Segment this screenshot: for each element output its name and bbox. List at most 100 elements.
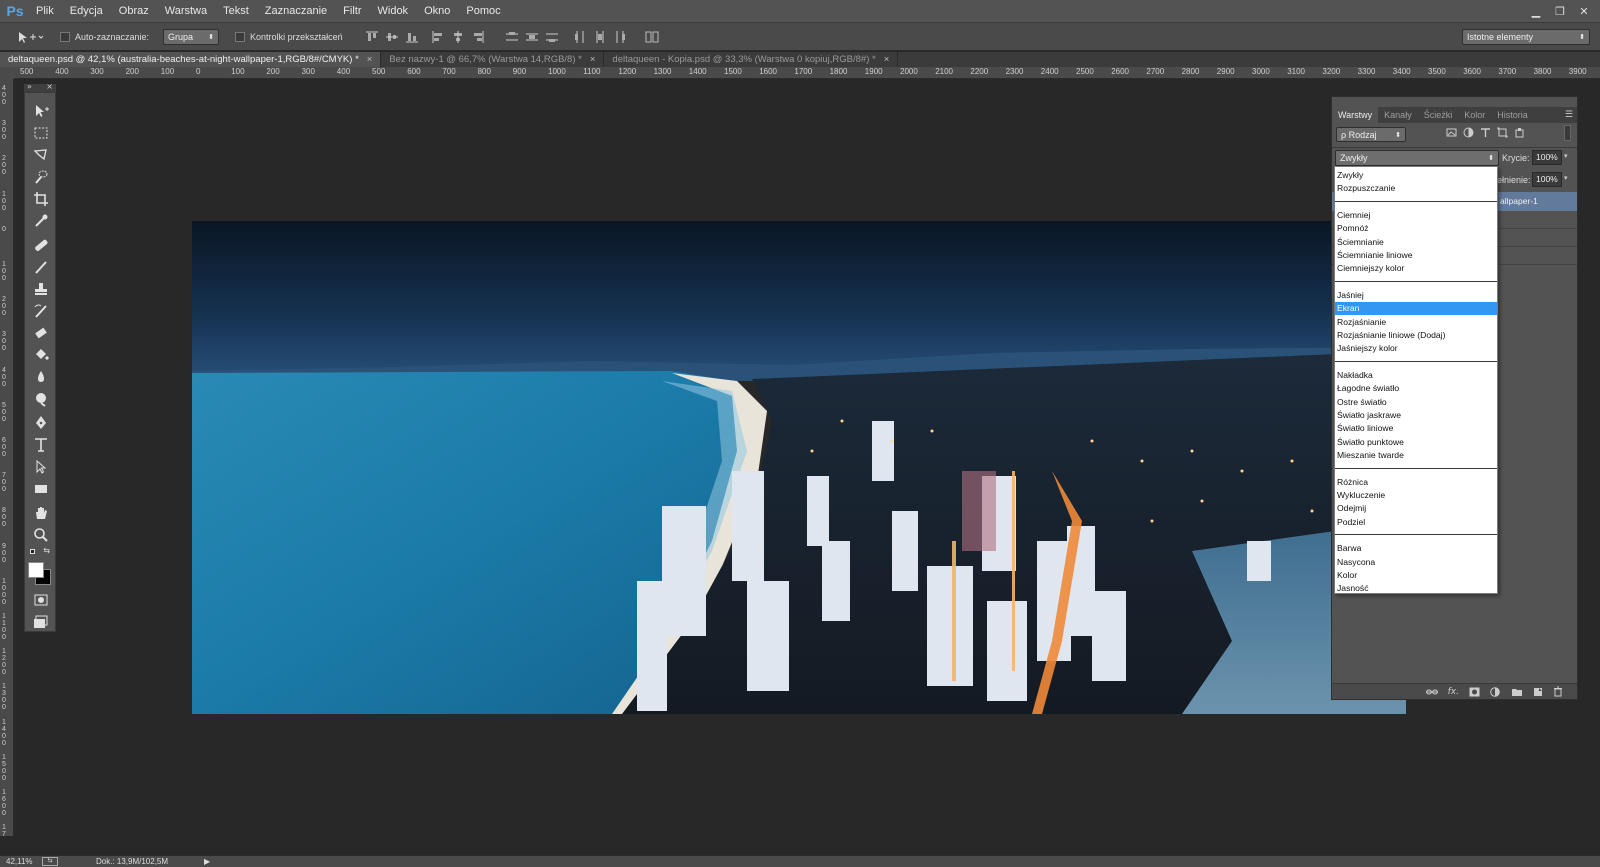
move-tool[interactable]	[31, 101, 51, 121]
align-hcenter-icon[interactable]	[451, 30, 465, 44]
share-icon[interactable]: ⇆	[42, 857, 58, 866]
auto-select-checkbox[interactable]	[60, 31, 70, 42]
delete-layer-icon[interactable]	[1553, 686, 1563, 697]
menu-plik[interactable]: Plik	[28, 0, 62, 22]
menu-zaznaczanie[interactable]: Zaznaczanie	[257, 0, 335, 22]
close-tab-icon[interactable]: ×	[367, 54, 373, 65]
tab-warstwy[interactable]: Warstwy	[1332, 107, 1379, 123]
minimize-button[interactable]: ▁	[1526, 3, 1546, 19]
swap-colors-icon[interactable]: ⇆	[43, 546, 50, 555]
distribute-hcenter-icon[interactable]	[593, 30, 607, 44]
distribute-vcenter-icon[interactable]	[525, 30, 539, 44]
blend-mode-option[interactable]: Wykluczenie	[1335, 489, 1497, 502]
collapse-icon[interactable]: »	[27, 82, 32, 91]
menu-edycja[interactable]: Edycja	[62, 0, 111, 22]
marquee-tool[interactable]	[31, 123, 51, 143]
horizontal-ruler[interactable]: 500 400 300 200 100 0 100 200 300 400 500 600 700 800…	[14, 67, 1600, 79]
opacity-dropdown-icon[interactable]: ▾	[1564, 152, 1568, 160]
adjustment-filter-icon[interactable]	[1463, 127, 1474, 138]
document-canvas[interactable]	[192, 221, 1406, 714]
blend-mode-option[interactable]: Nakładka	[1335, 369, 1497, 382]
auto-select-option[interactable]: Auto-zaznaczanie:	[60, 31, 149, 42]
vertical-ruler[interactable]: 4 0 0 3 0 0 2 0 0 1 0 0 0 1 0 0 2 0 0 3 0 0 4 0 …	[0, 79, 14, 836]
blend-mode-option[interactable]: Ekran	[1335, 302, 1497, 316]
blend-mode-option[interactable]: Różnica	[1335, 476, 1497, 489]
smart-object-filter-icon[interactable]	[1514, 127, 1525, 138]
menu-widok[interactable]: Widok	[370, 0, 417, 22]
tab-historia[interactable]: Historia	[1491, 107, 1534, 123]
tool-preset-picker[interactable]	[16, 26, 46, 48]
tab-sciezki[interactable]: Ścieżki	[1418, 107, 1459, 123]
menu-warstwa[interactable]: Warstwa	[157, 0, 215, 22]
fx-icon[interactable]: fx.	[1448, 687, 1459, 697]
foreground-color-swatch[interactable]	[28, 562, 44, 578]
close-window-button[interactable]: ✕	[1574, 3, 1594, 19]
crop-tool[interactable]	[31, 189, 51, 209]
ruler-corner[interactable]	[0, 67, 14, 79]
blend-mode-option[interactable]: Barwa	[1335, 542, 1497, 555]
layer-kind-filter[interactable]: ρ Rodzaj ⬍	[1336, 127, 1406, 142]
blend-mode-option[interactable]: Ostre światło	[1335, 396, 1497, 409]
blend-mode-option[interactable]: Światło punktowe	[1335, 436, 1497, 449]
blend-mode-option[interactable]: Jaśniejszy kolor	[1335, 342, 1497, 355]
brush-tool[interactable]	[31, 257, 51, 277]
blur-tool[interactable]	[31, 367, 51, 387]
blend-mode-option[interactable]: Światło jaskrawe	[1335, 409, 1497, 422]
new-layer-icon[interactable]	[1533, 687, 1543, 697]
blend-mode-option[interactable]: Nasycona	[1335, 556, 1497, 569]
distribute-left-icon[interactable]	[573, 30, 587, 44]
type-filter-icon[interactable]	[1480, 127, 1491, 138]
blend-mode-option[interactable]: Rozjaśnianie	[1335, 316, 1497, 329]
menu-tekst[interactable]: Tekst	[215, 0, 257, 22]
blend-mode-option[interactable]: Jasność	[1335, 582, 1497, 595]
blend-mode-option[interactable]: Kolor	[1335, 569, 1497, 582]
panel-menu-icon[interactable]: ☰	[1565, 107, 1573, 123]
color-swap-controls[interactable]: ⇆	[27, 546, 55, 557]
quick-selection-tool[interactable]	[31, 167, 51, 187]
close-tab-icon[interactable]: ×	[884, 54, 890, 65]
type-tool[interactable]	[31, 435, 51, 455]
align-left-icon[interactable]	[431, 30, 445, 44]
blend-mode-option[interactable]: Podziel	[1335, 516, 1497, 529]
blend-mode-option[interactable]: Światło liniowe	[1335, 422, 1497, 435]
blend-mode-option[interactable]: Jaśniej	[1335, 289, 1497, 302]
clone-stamp-tool[interactable]	[31, 279, 51, 299]
screen-mode-button[interactable]	[31, 612, 51, 632]
new-group-icon[interactable]	[1511, 687, 1523, 697]
auto-align-layers-icon[interactable]	[645, 30, 659, 44]
shape-filter-icon[interactable]	[1497, 127, 1508, 138]
blend-mode-select[interactable]: Zwykły ⬍	[1335, 150, 1499, 166]
menu-okno[interactable]: Okno	[416, 0, 458, 22]
align-top-icon[interactable]	[365, 30, 379, 44]
zoom-level[interactable]: 42,11%	[6, 857, 33, 866]
filter-toggle[interactable]	[1564, 125, 1571, 141]
distribute-top-icon[interactable]	[505, 30, 519, 44]
workspace-switcher[interactable]: Istotne elementy ⬍	[1462, 29, 1590, 45]
layer-name[interactable]: allpaper-1	[1500, 196, 1538, 206]
blend-mode-option[interactable]: Łagodne światło	[1335, 382, 1497, 395]
distribute-bottom-icon[interactable]	[545, 30, 559, 44]
rectangle-tool[interactable]	[31, 479, 51, 499]
blend-mode-option[interactable]: Rozjaśnianie liniowe (Dodaj)	[1335, 329, 1497, 342]
menu-filtr[interactable]: Filtr	[335, 0, 369, 22]
quick-mask-button[interactable]	[31, 590, 51, 610]
align-bottom-icon[interactable]	[405, 30, 419, 44]
pen-tool[interactable]	[31, 413, 51, 433]
close-tab-icon[interactable]: ×	[590, 54, 596, 65]
hand-tool[interactable]	[31, 503, 51, 523]
blend-mode-option[interactable]: Pomnóż	[1335, 222, 1497, 235]
blend-mode-option[interactable]: Odejmij	[1335, 502, 1497, 515]
eraser-tool[interactable]	[31, 323, 51, 343]
menu-pomoc[interactable]: Pomoc	[458, 0, 508, 22]
align-right-icon[interactable]	[471, 30, 485, 44]
dodge-tool[interactable]	[31, 389, 51, 409]
pixel-filter-icon[interactable]	[1446, 127, 1457, 138]
align-vcenter-icon[interactable]	[385, 30, 399, 44]
add-mask-icon[interactable]	[1469, 687, 1480, 697]
close-icon[interactable]: ×	[46, 82, 53, 91]
opacity-input[interactable]: 100%	[1532, 150, 1562, 165]
menu-obraz[interactable]: Obraz	[111, 0, 157, 22]
status-menu-icon[interactable]: ▶	[204, 857, 210, 866]
blend-mode-option[interactable]: Ciemniej	[1335, 209, 1497, 222]
blend-mode-option[interactable]: Ściemnianie	[1335, 236, 1497, 249]
